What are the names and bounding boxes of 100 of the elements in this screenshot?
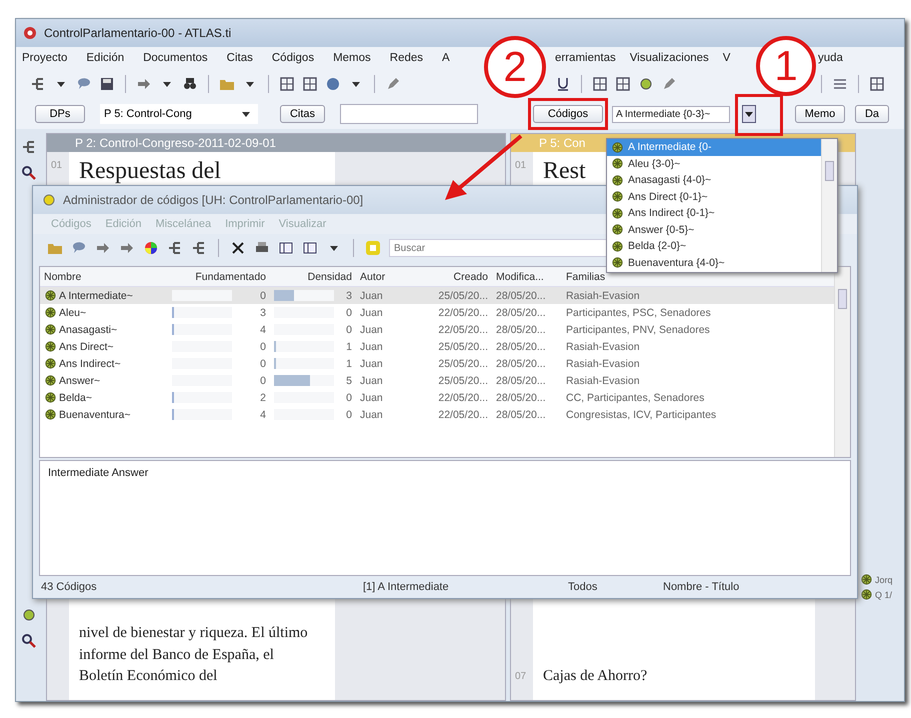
menu-item[interactable]: Citas	[226, 52, 253, 64]
code-icon	[860, 588, 873, 601]
grid-icon[interactable]	[302, 76, 318, 92]
dropdown-item[interactable]: Anasagasti {4-0}~	[607, 172, 821, 188]
code-name: Buenaventura~	[59, 408, 131, 420]
code-row[interactable]: Aleu~ 3 0 Juan 22/05/20... 28/05/20... Participantes, PSC, Senadores	[40, 304, 834, 321]
window-title: Administrador de códigos [UH: ControlParlamentario-00]	[63, 193, 364, 207]
menu-item[interactable]: A	[442, 52, 450, 64]
codes-button[interactable]: Códigos	[533, 105, 603, 123]
line-number: 01	[515, 160, 528, 171]
menu-item[interactable]: erramientas	[555, 52, 616, 64]
grid-icon[interactable]	[592, 76, 608, 92]
code-selector[interactable]: A Intermediate {0-3}~	[612, 106, 730, 122]
column-header[interactable]: Nombre	[40, 270, 168, 282]
column-header[interactable]: Creado	[418, 270, 492, 282]
menu-item[interactable]: yuda	[818, 52, 843, 64]
scrollbar[interactable]	[821, 139, 837, 272]
save-icon[interactable]	[99, 76, 115, 92]
code-icon	[44, 374, 57, 387]
code-name: A Intermediate~	[59, 290, 133, 302]
dropdown-item[interactable]: Aleu {3-0}~	[607, 156, 821, 172]
menu-item[interactable]: Códigos	[272, 52, 314, 64]
table-cell: 25/05/20...	[438, 290, 488, 302]
table-cell: Juan	[360, 340, 383, 352]
column-header[interactable]: Fundamentado	[168, 270, 270, 282]
menu-item[interactable]: Memos	[333, 52, 371, 64]
search-icon[interactable]	[21, 165, 37, 181]
code-row[interactable]: Ans Direct~ 0 1 Juan 25/05/20... 28/05/20... Rasiah-Evasion	[40, 338, 834, 355]
tree-icon[interactable]	[191, 240, 207, 256]
grid-icon[interactable]	[869, 76, 885, 92]
table-cell: Juan	[360, 324, 383, 336]
code-name: Ans Indirect~	[59, 358, 121, 370]
tree-icon[interactable]	[21, 139, 37, 155]
pen-icon[interactable]	[385, 76, 401, 92]
menu-item[interactable]: Edición	[86, 52, 124, 64]
table-cell: Juan	[360, 374, 383, 386]
quote-field[interactable]	[340, 104, 478, 124]
status-text: Nombre - Título	[663, 581, 740, 593]
menu-item[interactable]: V	[722, 52, 730, 64]
close-icon[interactable]	[230, 240, 246, 256]
code-row[interactable]: Answer~ 0 5 Juan 25/05/20... 28/05/20... Rasiah-Evasion	[40, 372, 834, 389]
panel-icon[interactable]	[302, 240, 318, 256]
column-header[interactable]: Autor	[356, 270, 418, 282]
memo-button[interactable]: Memo	[795, 105, 845, 123]
table-cell: 25/05/20...	[438, 340, 488, 352]
documents-button[interactable]: DPs	[35, 105, 85, 123]
tree-icon[interactable]	[167, 240, 183, 256]
arrow-icon[interactable]	[95, 240, 111, 256]
toolbar-button[interactable]: Da	[855, 105, 889, 123]
arrow-icon[interactable]	[136, 76, 152, 92]
menu-item[interactable]: Proyecto	[22, 52, 68, 64]
menu-item[interactable]: Documentos	[143, 52, 208, 64]
table-cell: 0	[346, 392, 352, 404]
grid-icon[interactable]	[615, 76, 631, 92]
dropdown-item[interactable]: Ans Direct {0-1}~	[607, 188, 821, 205]
dropdown-item[interactable]: Ans Indirect {0-1}~	[607, 205, 821, 222]
dropdown-item[interactable]: Answer {0-5}~	[607, 222, 821, 238]
column-header[interactable]: Densidad	[270, 270, 356, 282]
pen-icon[interactable]	[661, 76, 677, 92]
speech-bubble-icon[interactable]	[76, 76, 92, 92]
speech-bubble-icon[interactable]	[71, 240, 87, 256]
code-icon	[611, 174, 624, 187]
document-selector[interactable]: P 5: Control-Cong	[100, 104, 258, 124]
code-icon	[611, 190, 624, 204]
table-cell: Participantes, PNV, Senadores	[566, 324, 710, 336]
circle-icon[interactable]	[638, 76, 654, 92]
code-row[interactable]: Belda~ 2 0 Juan 22/05/20... 28/05/20... CC, Participantes, Senadores	[40, 389, 834, 406]
code-icon	[44, 289, 57, 302]
status-text: [1] A Intermediate	[363, 581, 450, 593]
underline-icon[interactable]	[555, 76, 571, 92]
tree-icon[interactable]	[30, 76, 46, 92]
circle-icon[interactable]	[21, 607, 37, 623]
panel-icon[interactable]	[278, 240, 294, 256]
table-cell: 0	[260, 358, 266, 370]
code-icon	[611, 140, 624, 154]
quotes-button[interactable]: Citas	[280, 105, 325, 123]
app-logo-icon	[22, 25, 38, 41]
code-row[interactable]: Ans Indirect~ 0 1 Juan 25/05/20... 28/05/20... Rasiah-Evasion	[40, 355, 834, 372]
code-row[interactable]: Buenaventura~ 4 0 Juan 22/05/20... 28/05/20... Congresistas, ICV, Participantes	[40, 406, 834, 423]
grid-icon[interactable]	[279, 76, 295, 92]
code-icon	[611, 157, 624, 170]
code-icon	[44, 340, 57, 353]
column-header[interactable]: Modifica...	[492, 270, 562, 282]
menu-item[interactable]: Visualizaciones	[630, 52, 709, 64]
table-cell: Rasiah-Evasion	[566, 358, 640, 370]
color-wheel-icon[interactable]	[143, 240, 159, 256]
globe-icon[interactable]	[325, 76, 341, 92]
table-cell: 22/05/20...	[438, 408, 488, 420]
arrow-icon[interactable]	[119, 240, 135, 256]
scrollbar[interactable]	[834, 267, 850, 457]
search-icon[interactable]	[21, 633, 37, 649]
code-row[interactable]: Anasagasti~ 4 0 Juan 22/05/20... 28/05/20... Participantes, PNV, Senadores	[40, 321, 834, 338]
code-icon	[611, 223, 624, 236]
margin-code-label: Q 1/	[875, 590, 892, 600]
menu-item[interactable]: Redes	[390, 52, 424, 64]
table-cell: 3	[346, 290, 352, 302]
dropdown-item[interactable]: Buenaventura {4-0}~	[607, 254, 821, 271]
code-row[interactable]: A Intermediate~ 0 3 Juan 25/05/20... 28/05/20... Rasiah-Evasion	[40, 287, 834, 304]
sun-icon	[41, 192, 57, 208]
column-header[interactable]: Familias	[562, 270, 834, 282]
